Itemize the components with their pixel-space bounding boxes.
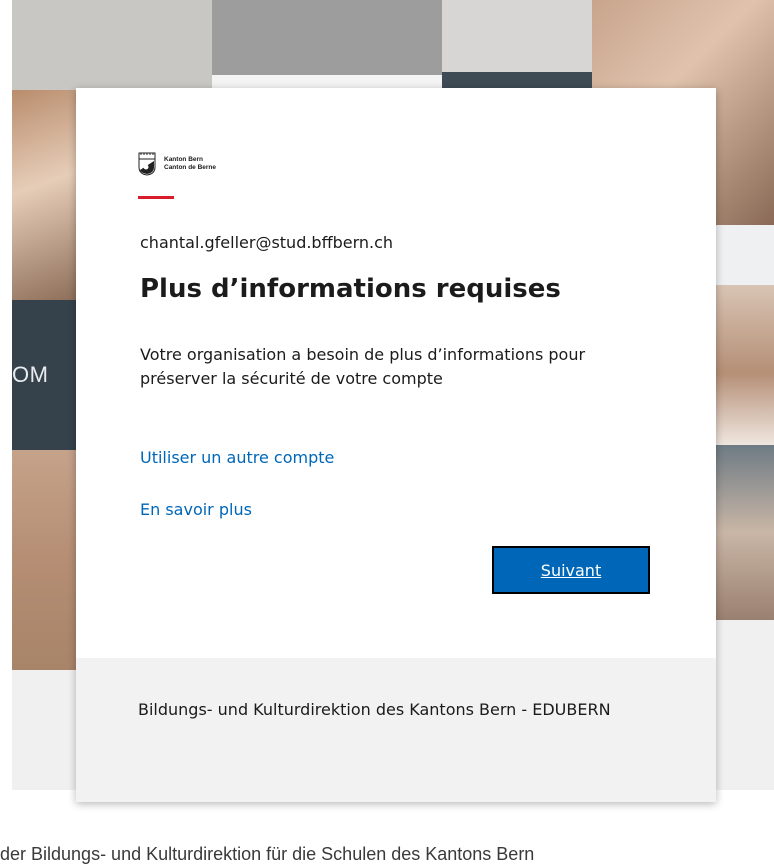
signin-card: Kanton Bern Canton de Berne chantal.gfel… bbox=[76, 88, 716, 802]
background-photo bbox=[716, 225, 774, 285]
bern-crest-icon bbox=[138, 152, 156, 176]
logo-line-2: Canton de Berne bbox=[164, 164, 217, 171]
use-another-account-link[interactable]: Utiliser un autre compte bbox=[140, 448, 334, 467]
background-photo bbox=[442, 0, 592, 75]
page-title: Plus d’informations requises bbox=[140, 274, 561, 304]
learn-more-link[interactable]: En savoir plus bbox=[140, 500, 252, 519]
background-photo bbox=[12, 0, 212, 90]
brand-accent-bar bbox=[138, 196, 174, 199]
page-footer-text: der Bildungs- und Kulturdirektion für di… bbox=[0, 844, 535, 864]
background-photo bbox=[12, 450, 76, 670]
description-text: Votre organisation a besoin de plus d’in… bbox=[140, 345, 586, 388]
organization-name: Bildungs- und Kulturdirektion des Kanton… bbox=[138, 700, 611, 719]
next-button[interactable]: Suivant bbox=[492, 546, 650, 594]
background-photo bbox=[12, 670, 76, 790]
account-email: chantal.gfeller@stud.bffbern.ch bbox=[140, 233, 394, 252]
organization-footer: Bildungs- und Kulturdirektion des Kanton… bbox=[76, 658, 716, 802]
background-photo bbox=[212, 0, 442, 75]
kanton-bern-logo: Kanton Bern Canton de Berne bbox=[138, 150, 338, 186]
background-photo bbox=[716, 620, 774, 790]
background-side-label: OM bbox=[12, 362, 49, 387]
logo-line-1: Kanton Bern bbox=[164, 156, 203, 163]
background-photo bbox=[716, 445, 774, 620]
background-photo bbox=[716, 285, 774, 445]
background-photo bbox=[12, 90, 76, 300]
